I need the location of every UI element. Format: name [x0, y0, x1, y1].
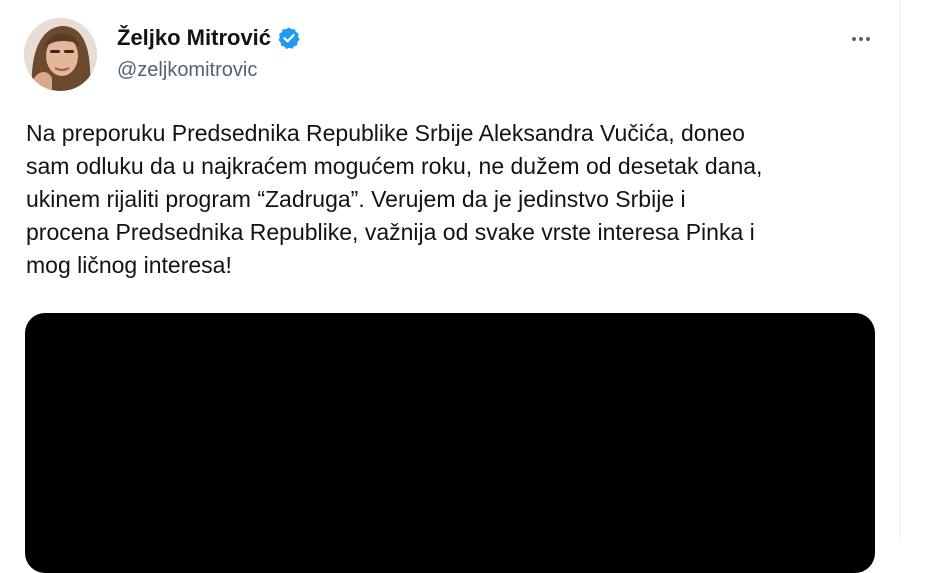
author-display-name[interactable]: Željko Mitrović — [117, 24, 271, 52]
tweet-card: Željko Mitrović @zeljkomitrovic Na prepo… — [0, 0, 900, 573]
avatar-image — [24, 18, 97, 91]
more-dot — [852, 37, 856, 41]
author-avatar[interactable] — [24, 18, 97, 91]
tweet-media-video[interactable] — [25, 313, 875, 573]
author-name-row: Željko Mitrović — [117, 24, 301, 52]
more-options-icon[interactable] — [844, 25, 878, 53]
tweet-text: Na preporuku Predsednika Republike Srbij… — [26, 120, 763, 278]
verified-badge-icon[interactable] — [277, 26, 301, 50]
more-dot — [866, 37, 870, 41]
more-dot — [859, 37, 863, 41]
author-handle[interactable]: @zeljkomitrovic — [117, 57, 257, 83]
